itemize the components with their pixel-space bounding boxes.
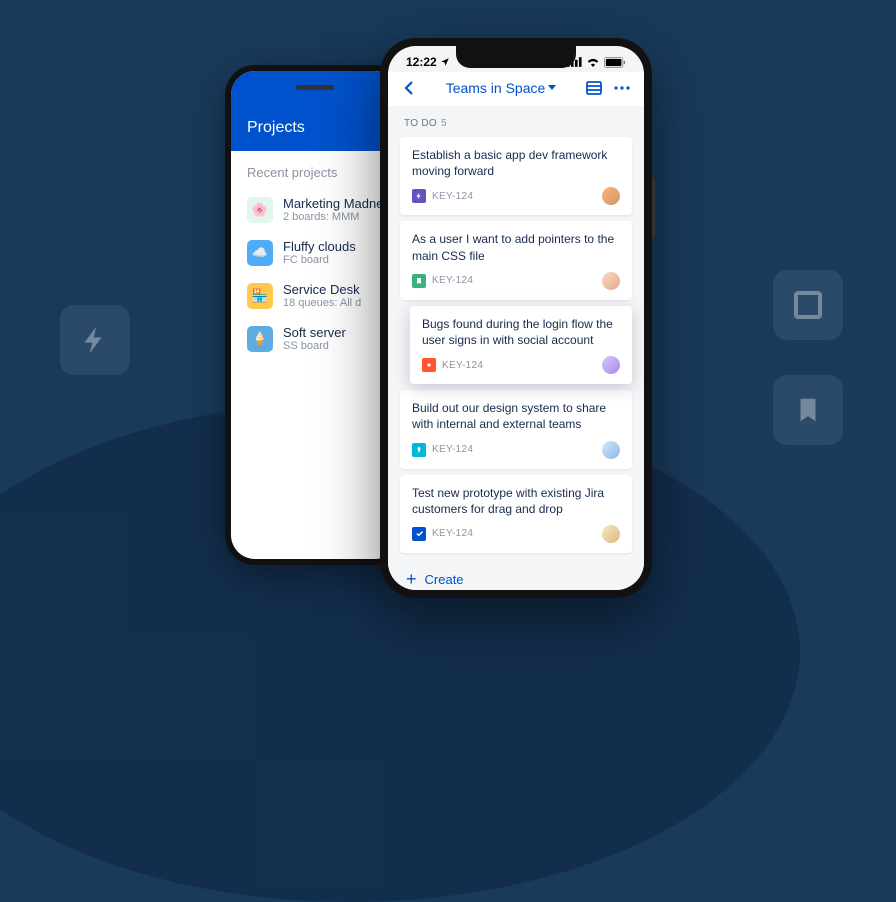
issue-type-icon: [412, 527, 426, 541]
issue-key: KEY-124: [432, 275, 473, 286]
project-item[interactable]: ☁️ Fluffy clouds FC board: [231, 231, 399, 274]
project-subtitle: 18 queues: All d: [283, 297, 361, 309]
issue-title: Establish a basic app dev framework movi…: [412, 147, 620, 179]
create-button[interactable]: + Create: [400, 559, 632, 590]
more-icon[interactable]: [614, 86, 630, 90]
project-name: Soft server: [283, 325, 346, 340]
project-subtitle: FC board: [283, 254, 356, 266]
assignee-avatar: [602, 356, 620, 374]
wifi-icon: [586, 57, 600, 67]
decorative-bookmark-icon: [773, 375, 843, 445]
project-icon: 🍦: [247, 326, 273, 352]
issue-key: KEY-124: [442, 360, 483, 371]
battery-icon: [604, 57, 626, 68]
issue-type-icon: [422, 358, 436, 372]
decorative-bolt-icon: [60, 305, 130, 375]
recent-projects-label: Recent projects: [231, 151, 399, 188]
caret-down-icon: [548, 85, 556, 91]
issue-key: KEY-124: [432, 191, 473, 202]
issue-key: KEY-124: [432, 444, 473, 455]
issue-card[interactable]: Bugs found during the login flow the use…: [410, 306, 632, 384]
projects-header: Projects: [231, 71, 399, 151]
issue-type-icon: [412, 189, 426, 203]
project-subtitle: SS board: [283, 340, 346, 352]
project-name: Service Desk: [283, 282, 361, 297]
issue-title: As a user I want to add pointers to the …: [412, 231, 620, 263]
issue-card[interactable]: Build out our design system to share wit…: [400, 390, 632, 468]
phone-board: 12:22 Teams in Space TO DO5 Establish a …: [380, 38, 652, 598]
assignee-avatar: [602, 525, 620, 543]
issue-title: Test new prototype with existing Jira cu…: [412, 485, 620, 517]
project-subtitle: 2 boards: MMM: [283, 211, 383, 223]
issue-title: Bugs found during the login flow the use…: [422, 316, 620, 348]
issue-type-icon: [412, 443, 426, 457]
project-icon: ☁️: [247, 240, 273, 266]
assignee-avatar: [602, 272, 620, 290]
issue-card[interactable]: Test new prototype with existing Jira cu…: [400, 475, 632, 553]
assignee-avatar: [602, 187, 620, 205]
board-view-icon[interactable]: [586, 81, 602, 95]
issue-card[interactable]: Establish a basic app dev framework movi…: [400, 137, 632, 215]
plus-icon: +: [406, 569, 417, 590]
issue-key: KEY-124: [432, 528, 473, 539]
decorative-square-icon: [773, 270, 843, 340]
issue-card[interactable]: As a user I want to add pointers to the …: [400, 221, 632, 299]
project-name: Fluffy clouds: [283, 239, 356, 254]
back-button[interactable]: [402, 80, 416, 96]
assignee-avatar: [602, 441, 620, 459]
issue-title: Build out our design system to share wit…: [412, 400, 620, 432]
board-title-dropdown[interactable]: Teams in Space: [446, 80, 557, 96]
status-time: 12:22: [406, 55, 437, 69]
project-icon: 🏪: [247, 283, 273, 309]
project-item[interactable]: 🍦 Soft server SS board: [231, 317, 399, 360]
project-icon: 🌸: [247, 197, 273, 223]
project-item[interactable]: 🌸 Marketing Madness 2 boards: MMM: [231, 188, 399, 231]
issue-type-icon: [412, 274, 426, 288]
project-item[interactable]: 🏪 Service Desk 18 queues: All d: [231, 274, 399, 317]
section-todo-label: TO DO5: [400, 106, 632, 137]
location-icon: [440, 57, 450, 67]
nav-bar: Teams in Space: [388, 72, 644, 106]
project-name: Marketing Madness: [283, 196, 383, 211]
phone-projects: Projects Recent projects 🌸 Marketing Mad…: [225, 65, 405, 565]
